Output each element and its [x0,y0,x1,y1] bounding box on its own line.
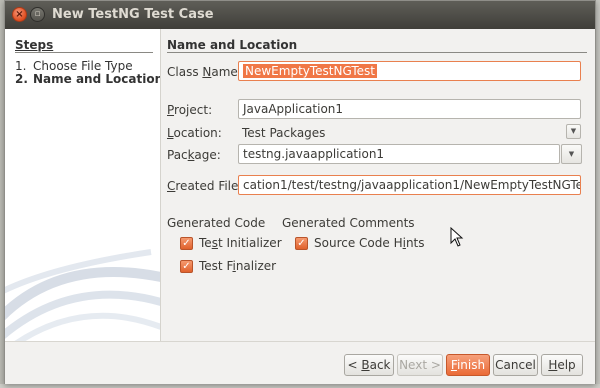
close-icon: × [15,9,24,20]
location-select[interactable]: Test Packages [242,126,325,140]
step-label: Name and Location [33,72,161,86]
test-finalizer-checkbox[interactable]: ✓ [180,260,193,273]
background-window-edge [596,0,600,388]
checkmark-icon: ✓ [182,238,191,249]
package-label: Package: [167,148,221,162]
package-value: testng.javaapplication1 [243,147,385,161]
divider [167,52,587,53]
class-name-value: NewEmptyTestNGTest [243,64,377,78]
minimize-icon: ▫ [34,9,41,19]
step-number: 1. [15,59,27,73]
back-button[interactable]: < Back [344,354,394,376]
steps-panel: Steps 1. Choose File Type 2. Name and Loca… [5,29,161,341]
steps-title: Steps [15,38,54,52]
location-dropdown-button[interactable]: ▼ [566,124,581,139]
step-name-and-location: 2. Name and Location [15,72,161,86]
created-file-field[interactable]: cation1/test/testng/javaapplication1/New… [238,175,581,195]
testng-swoosh-graphic [5,249,160,341]
mouse-cursor-icon [450,227,464,247]
button-bar: < Back Next > Finish Cancel Help [5,341,595,384]
chevron-down-icon: ▼ [568,150,575,158]
source-code-hints-label[interactable]: Source Code Hints [314,236,425,250]
divider [15,52,153,53]
section-title: Name and Location [167,38,298,52]
minimize-window-button[interactable]: ▫ [30,7,45,22]
test-finalizer-label[interactable]: Test Finalizer [199,259,276,273]
location-label: Location: [167,126,222,140]
checkmark-icon: ✓ [182,261,191,272]
generated-code-title: Generated Code [167,216,266,230]
package-dropdown-button[interactable]: ▼ [561,144,582,164]
close-window-button[interactable]: × [12,7,27,22]
help-button[interactable]: Help [541,354,583,376]
step-choose-file-type: 1. Choose File Type [15,59,133,73]
created-file-label: Created File: [167,179,243,193]
created-file-value: cation1/test/testng/javaapplication1/New… [243,178,580,192]
generated-comments-title: Generated Comments [282,216,415,230]
background-window-edge [0,384,600,388]
finish-button[interactable]: Finish [446,354,490,376]
window-title: New TestNG Test Case [52,7,214,22]
test-initializer-checkbox[interactable]: ✓ [180,237,193,250]
cancel-button[interactable]: Cancel [493,354,538,376]
checkmark-icon: ✓ [297,238,306,249]
next-button[interactable]: Next > [397,354,443,376]
class-name-label: Class Name: [167,65,242,79]
main-content: Name and Location Class Name: NewEmptyTe… [167,29,589,341]
class-name-input[interactable]: NewEmptyTestNGTest [238,61,581,81]
project-field[interactable]: JavaApplication1 [238,99,581,119]
source-code-hints-checkbox[interactable]: ✓ [295,237,308,250]
step-number: 2. [15,72,28,86]
project-value: JavaApplication1 [243,102,344,116]
test-initializer-label[interactable]: Test Initializer [199,236,282,250]
chevron-down-icon: ▼ [570,127,577,135]
step-label: Choose File Type [33,59,133,73]
title-bar[interactable]: × ▫ New TestNG Test Case [5,1,595,29]
package-combobox[interactable]: testng.javaapplication1 [238,144,560,164]
project-label: Project: [167,103,213,117]
new-testng-test-case-dialog: × ▫ New TestNG Test Case Steps 1. Choose … [4,0,596,384]
